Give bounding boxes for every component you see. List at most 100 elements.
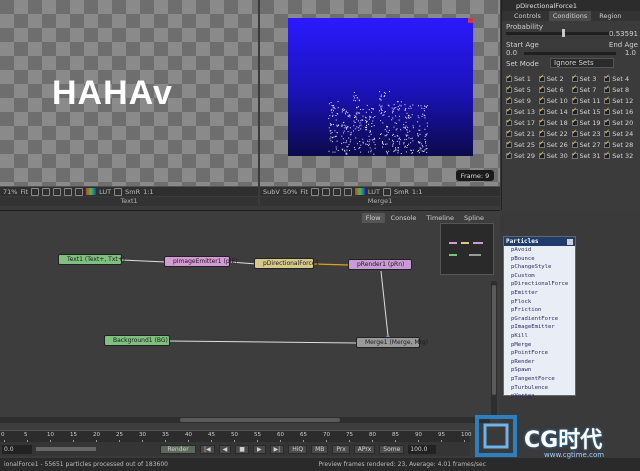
go-end-button[interactable]: ▶| <box>269 444 285 454</box>
set-checkbox[interactable]: Set 31 <box>571 150 605 161</box>
smr-button[interactable]: SmR <box>394 188 409 196</box>
probability-slider[interactable] <box>506 32 612 35</box>
lock-icon[interactable] <box>114 187 123 196</box>
particles-menu-item[interactable]: pTurbulence <box>511 384 575 393</box>
particles-menu-item[interactable]: pGradientForce <box>511 315 575 324</box>
particles-menu-item[interactable]: pPointForce <box>511 349 575 358</box>
subv-button[interactable]: SubV <box>263 188 280 196</box>
set-checkbox[interactable]: Set 11 <box>571 95 605 106</box>
rectangle-tool-icon[interactable] <box>343 187 352 196</box>
tab-region[interactable]: Region <box>595 11 625 21</box>
set-checkbox[interactable]: Set 19 <box>571 117 605 128</box>
particles-menu-item[interactable]: pVortex <box>511 392 575 401</box>
circle-tool-icon[interactable] <box>75 187 84 196</box>
set-checkbox[interactable]: Set 1 <box>506 73 539 84</box>
probability-slider-handle[interactable] <box>562 29 565 37</box>
mb-button[interactable]: MB <box>311 444 329 454</box>
some-button[interactable]: Some <box>379 444 405 454</box>
particles-menu-item[interactable]: pRender <box>511 358 575 367</box>
set-checkbox[interactable]: Set 22 <box>538 128 572 139</box>
set-checkbox[interactable]: Set 26 <box>538 139 572 150</box>
set-checkbox[interactable]: Set 8 <box>604 84 637 95</box>
set-checkbox[interactable]: Set 28 <box>604 139 637 150</box>
viewer-left[interactable]: HAHAv <box>0 0 258 186</box>
end-age-value[interactable]: 1.0 <box>625 49 636 57</box>
aprx-button[interactable]: APrx <box>353 444 376 454</box>
set-checkbox[interactable]: Set 27 <box>571 139 605 150</box>
smr-button[interactable]: SmR <box>125 188 140 196</box>
wave-tool-icon[interactable] <box>321 187 330 196</box>
pointer-tool-icon[interactable] <box>31 187 40 196</box>
rectangle-tool-icon[interactable] <box>64 187 73 196</box>
set-checkbox[interactable]: Set 9 <box>506 95 539 106</box>
age-range-slider[interactable] <box>524 52 616 55</box>
set-checkbox[interactable]: Set 21 <box>506 128 539 139</box>
particles-menu-item[interactable]: pEmitter <box>511 289 575 298</box>
viewer-right[interactable]: Frame: 9 <box>260 0 500 186</box>
timeline-range-slider[interactable] <box>36 447 96 451</box>
set-checkbox[interactable]: Set 3 <box>571 73 605 84</box>
pointer-tool-icon[interactable] <box>310 187 319 196</box>
menu-close-icon[interactable] <box>567 238 573 245</box>
particles-menu-item[interactable]: pTangentForce <box>511 375 575 384</box>
play-button[interactable]: ▶ <box>252 444 266 454</box>
color-channel-icon[interactable] <box>354 188 365 195</box>
set-checkbox[interactable]: Set 13 <box>506 106 539 117</box>
set-checkbox[interactable]: Set 30 <box>538 150 572 161</box>
fit-button[interactable]: Fit <box>300 188 308 196</box>
fit-button[interactable]: Fit <box>20 188 28 196</box>
flow-scrollbar-horizontal[interactable] <box>0 417 490 423</box>
ratio-button[interactable]: 1:1 <box>412 188 422 196</box>
set-checkbox[interactable]: Set 5 <box>506 84 539 95</box>
zoom-level[interactable]: 71% <box>3 188 17 196</box>
node-render[interactable]: pRender1 (pRn) <box>348 259 412 270</box>
set-checkbox[interactable]: Set 24 <box>604 128 637 139</box>
zoom-level[interactable]: 50% <box>283 188 297 196</box>
set-checkbox[interactable]: Set 16 <box>604 106 637 117</box>
particles-menu-item[interactable]: pAvoid <box>511 246 575 255</box>
node-background[interactable]: Background1 (BG) <box>104 335 170 346</box>
pen-tool-icon[interactable] <box>332 187 341 196</box>
set-checkbox[interactable]: Set 29 <box>506 150 539 161</box>
set-checkbox[interactable]: Set 20 <box>604 117 637 128</box>
particles-menu-item[interactable]: pCustom <box>511 272 575 281</box>
set-checkbox[interactable]: Set 14 <box>538 106 572 117</box>
lut-button[interactable]: LUT <box>99 188 111 196</box>
stop-button[interactable]: ■ <box>235 444 249 454</box>
set-checkbox[interactable]: Set 18 <box>538 117 572 128</box>
set-mode-select[interactable]: Ignore Sets <box>550 58 614 68</box>
particles-menu-item[interactable]: pSpawn <box>511 366 575 375</box>
particles-menu-item[interactable]: pDirectionalForce <box>511 280 575 289</box>
start-age-value[interactable]: 0.0 <box>506 49 517 57</box>
set-checkbox[interactable]: Set 7 <box>571 84 605 95</box>
particles-menu-item[interactable]: pFriction <box>511 306 575 315</box>
go-start-button[interactable]: |◀ <box>200 444 215 454</box>
tab-conditions[interactable]: Conditions <box>548 11 592 21</box>
hiq-button[interactable]: HiQ <box>288 444 308 454</box>
set-checkbox[interactable]: Set 6 <box>538 84 572 95</box>
set-checkbox[interactable]: Set 2 <box>538 73 572 84</box>
set-checkbox[interactable]: Set 17 <box>506 117 539 128</box>
ratio-button[interactable]: 1:1 <box>143 188 153 196</box>
color-channel-icon[interactable] <box>86 188 97 195</box>
set-checkbox[interactable]: Set 15 <box>571 106 605 117</box>
set-checkbox[interactable]: Set 32 <box>604 150 637 161</box>
set-checkbox[interactable]: Set 25 <box>506 139 539 150</box>
wave-tool-icon[interactable] <box>42 187 51 196</box>
particles-menu-item[interactable]: pMerge <box>511 341 575 350</box>
render-button[interactable]: Render <box>160 444 196 454</box>
node-directional-force[interactable]: pDirectionalForce1 <box>254 258 319 269</box>
particles-menu-item[interactable]: pKill <box>511 332 575 341</box>
flow-scrollbar-vertical[interactable] <box>491 281 497 417</box>
particles-menu-item[interactable]: pImageEmitter <box>511 323 575 332</box>
particles-menu-item[interactable]: pFlock <box>511 298 575 307</box>
prx-button[interactable]: Prx <box>332 444 350 454</box>
pen-tool-icon[interactable] <box>53 187 62 196</box>
particles-menu-item[interactable]: pBounce <box>511 255 575 264</box>
timeline[interactable]: 0 5 10 15 20 25 30 35 40 45 50 55 60 65 70 75 80 85 90 95 10… <box>0 430 472 443</box>
particles-menu-item[interactable]: pChangeStyle <box>511 263 575 272</box>
play-reverse-button[interactable]: ◀ <box>218 444 232 454</box>
probability-value[interactable]: 0.53591 <box>609 30 638 38</box>
node-text1[interactable]: Text1 (Text+, Txt+) <box>58 254 125 265</box>
tab-controls[interactable]: Controls <box>510 11 545 21</box>
